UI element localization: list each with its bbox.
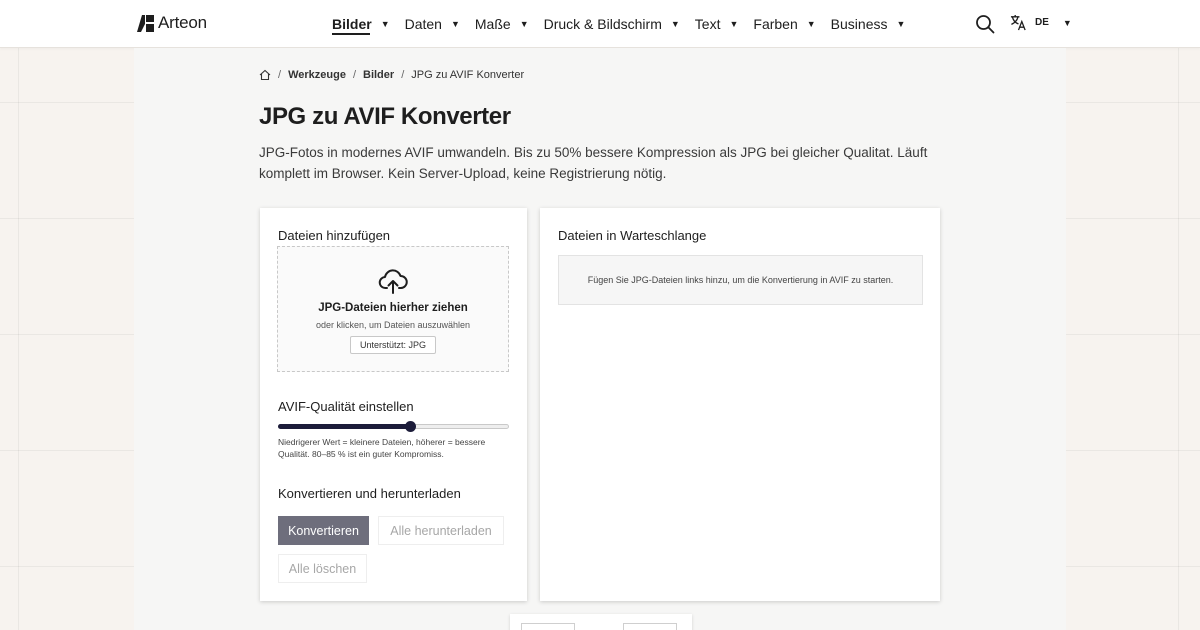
- slider-thumb[interactable]: [404, 421, 416, 432]
- main-content: / Werkzeuge / Bilder / JPG zu AVIF Konve…: [134, 48, 1066, 630]
- upload-heading: Dateien hinzufügen: [278, 228, 391, 243]
- breadcrumb-separator: /: [278, 69, 282, 81]
- nav-item-farben[interactable]: Farben ▼: [753, 0, 815, 48]
- queue-empty-message: Fügen Sie JPG-Dateien links hinzu, um di…: [558, 255, 923, 305]
- nav-item-masse[interactable]: Maße ▼: [475, 0, 529, 48]
- bottom-card: [510, 614, 692, 630]
- chevron-down-icon: ▼: [670, 19, 680, 29]
- site-header: Arteon Bilder ▼ Daten ▼ Maße ▼ Druck & B…: [0, 0, 1200, 48]
- breadcrumb-separator: /: [401, 69, 405, 81]
- language-selector[interactable]: DE ▼: [1010, 14, 1072, 31]
- file-dropzone[interactable]: JPG-Dateien hierher ziehen oder klicken,…: [277, 246, 509, 372]
- queue-heading: Dateien in Warteschlange: [558, 228, 707, 243]
- quality-hint: Niedrigerer Wert = kleinere Dateien, höh…: [278, 437, 486, 459]
- logo-icon: [137, 14, 154, 32]
- chevron-down-icon: ▼: [380, 19, 390, 29]
- nav-label: Farben: [753, 16, 798, 32]
- nav-item-business[interactable]: Business ▼: [831, 0, 906, 48]
- nav-label: Druck & Bildschirm: [543, 16, 662, 32]
- supported-formats-badge: Unterstützt: JPG: [350, 336, 436, 354]
- actions-heading: Konvertieren und herunterladen: [278, 486, 461, 501]
- chevron-down-icon: ▼: [519, 19, 529, 29]
- convert-button[interactable]: Konvertieren: [278, 516, 369, 545]
- chevron-down-icon: ▼: [450, 19, 460, 29]
- nav-label: Business: [830, 16, 888, 32]
- breadcrumb-separator: /: [352, 69, 356, 81]
- breadcrumb-bilder[interactable]: Bilder: [363, 69, 394, 81]
- brand-logo[interactable]: Arteon: [137, 13, 207, 33]
- upload-panel: Dateien hinzufügen JPG-Dateien hierher z…: [260, 208, 527, 601]
- nav-item-bilder[interactable]: Bilder ▼: [332, 0, 390, 48]
- clear-all-button[interactable]: Alle löschen: [278, 554, 367, 583]
- chevron-down-icon: ▼: [896, 19, 906, 29]
- queue-panel: Dateien in Warteschlange Fügen Sie JPG-D…: [540, 208, 940, 601]
- cloud-upload-icon: [378, 269, 408, 294]
- nav-label: Maße: [474, 16, 511, 32]
- page-intro: JPG-Fotos in modernes AVIF umwandeln. Bi…: [259, 145, 928, 181]
- chevron-down-icon: ▼: [729, 19, 739, 29]
- page-title: JPG zu AVIF Konverter: [259, 103, 511, 130]
- home-icon[interactable]: [259, 69, 271, 81]
- quality-heading: AVIF-Qualität einstellen: [278, 399, 414, 414]
- translate-icon: [1010, 14, 1026, 31]
- nav-item-druck-bildschirm[interactable]: Druck & Bildschirm ▼: [544, 0, 680, 48]
- language-code: DE: [1035, 17, 1049, 28]
- breadcrumb-current: JPG zu AVIF Konverter: [411, 69, 525, 81]
- dropzone-title: JPG-Dateien hierher ziehen: [318, 302, 468, 314]
- download-all-button[interactable]: Alle herunterladen: [378, 516, 504, 545]
- search-icon[interactable]: [975, 14, 995, 34]
- main-nav: Bilder ▼ Daten ▼ Maße ▼ Druck & Bildschi…: [332, 0, 920, 48]
- nav-item-daten[interactable]: Daten ▼: [405, 0, 460, 48]
- breadcrumb-werkzeuge[interactable]: Werkzeuge: [288, 69, 346, 81]
- nav-label: Daten: [404, 16, 442, 32]
- bottom-box: [623, 623, 677, 630]
- nav-label: Bilder: [332, 16, 372, 32]
- quality-slider[interactable]: [278, 421, 509, 432]
- nav-label: Text: [694, 16, 721, 32]
- nav-item-text[interactable]: Text ▼: [695, 0, 739, 48]
- chevron-down-icon: ▼: [806, 19, 816, 29]
- bottom-box: [521, 623, 575, 630]
- breadcrumb: / Werkzeuge / Bilder / JPG zu AVIF Konve…: [259, 69, 524, 81]
- dropzone-subtitle: oder klicken, um Dateien auszuwählen: [315, 320, 471, 330]
- chevron-down-icon: ▼: [1062, 17, 1072, 28]
- brand-name: Arteon: [158, 13, 207, 32]
- slider-fill: [278, 424, 410, 429]
